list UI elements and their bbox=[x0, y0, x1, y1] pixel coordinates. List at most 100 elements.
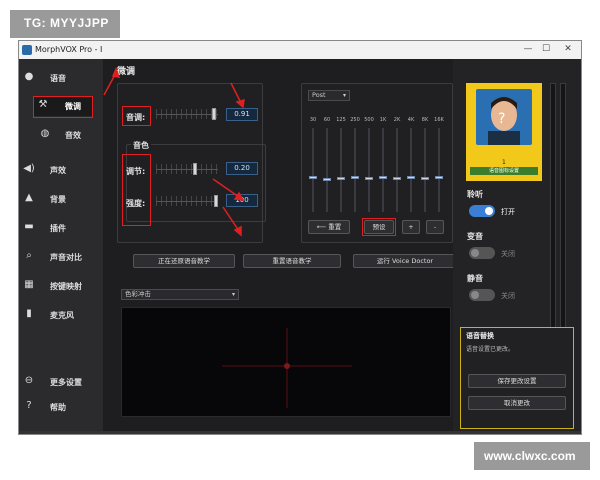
save-changes-button[interactable]: 保存更改设置 bbox=[468, 374, 566, 388]
help-icon: ? bbox=[26, 400, 32, 411]
avatar-caption[interactable]: 语音图标设置 bbox=[470, 167, 538, 175]
equalizer-panel: Post ▾ 30 60 125 250 500 1K 2K 4K 8K 16K ⟵ 重置 预设 +… bbox=[301, 83, 453, 243]
eq-band-label: 1K bbox=[379, 117, 387, 123]
listen-toggle[interactable] bbox=[469, 205, 495, 217]
sidebar-item-label: 插件 bbox=[50, 224, 66, 233]
eq-band-label: 125 bbox=[336, 117, 346, 123]
maximize-button[interactable]: ☐ bbox=[537, 44, 555, 54]
window-title: MorphVOX Pro - I bbox=[35, 45, 103, 54]
sidebar-item-keymap[interactable]: ▦ 按键映射 bbox=[19, 276, 103, 296]
eq-minus-button[interactable]: - bbox=[426, 220, 444, 234]
eq-band-track bbox=[340, 128, 342, 212]
eq-band-track bbox=[312, 128, 314, 212]
voice-avatar-card[interactable]: ? 1 语音图标设置 bbox=[466, 83, 542, 181]
sidebar-item-plugins[interactable]: ▬ 插件 bbox=[19, 218, 103, 238]
sidebar-item-label: 音效 bbox=[65, 131, 81, 140]
eq-band-slider[interactable] bbox=[393, 177, 401, 180]
eq-preset-select[interactable]: Post ▾ bbox=[308, 90, 350, 101]
sidebar-item-label: 按键映射 bbox=[50, 282, 82, 291]
avatar-face-icon: ? bbox=[488, 97, 520, 145]
eq-band-slider[interactable] bbox=[337, 177, 345, 180]
voice-panel-status: 语音设置已更改。 bbox=[466, 346, 515, 353]
eq-band-slider[interactable] bbox=[407, 176, 415, 179]
close-button[interactable]: ✕ bbox=[559, 44, 577, 54]
sidebar-item-microphone[interactable]: ▮ 麦克风 bbox=[19, 305, 103, 325]
eq-reset-button[interactable]: ⟵ 重置 bbox=[308, 220, 350, 234]
eq-plus-button[interactable]: + bbox=[402, 220, 420, 234]
voice-doctor-button[interactable]: 运行 Voice Doctor bbox=[353, 254, 457, 268]
eq-band-track bbox=[438, 128, 440, 212]
sidebar: ● 语音 ⚒ 微调 ◍ 音效 ◀) 声效 ▲ 背景 ▬ 插件 ⌕ 声音对比 ▦ bbox=[19, 59, 103, 431]
eq-band-slider[interactable] bbox=[365, 177, 373, 180]
speaker-icon: ◀) bbox=[23, 163, 35, 174]
voice-panel-title: 语音替换 bbox=[466, 332, 494, 340]
sidebar-item-label: 背景 bbox=[50, 195, 66, 204]
eq-band-slider[interactable] bbox=[421, 177, 429, 180]
chevron-down-icon: ▾ bbox=[342, 92, 346, 99]
sidebar-item-effects[interactable]: ◍ 音效 bbox=[19, 125, 103, 145]
eq-band-slider[interactable] bbox=[323, 178, 331, 181]
eq-band-track bbox=[368, 128, 370, 212]
voice-change-toggle[interactable] bbox=[469, 247, 495, 259]
microphone-icon: ▮ bbox=[26, 308, 32, 319]
voice-replace-panel: 语音替换 语音设置已更改。 保存更改设置 取消更改 bbox=[460, 327, 574, 429]
eq-band-track bbox=[326, 128, 328, 212]
main-panel: 微调 音调: 0.91 音色 调节: 0.20 强度: 100 bbox=[103, 59, 457, 431]
eq-band-slider[interactable] bbox=[379, 176, 387, 179]
eq-band-label: 30 bbox=[309, 117, 317, 123]
sidebar-item-label: 更多设置 bbox=[50, 378, 82, 387]
keyboard-icon: ▦ bbox=[24, 279, 34, 290]
level-meter-right bbox=[560, 83, 566, 333]
watermark-top: TG: MYYJJPP bbox=[10, 10, 120, 38]
background-icon: ▲ bbox=[25, 192, 33, 203]
avatar: ? bbox=[476, 89, 532, 145]
voice-change-state: 关闭 bbox=[501, 250, 515, 258]
eq-band-track bbox=[410, 128, 412, 212]
sidebar-item-background[interactable]: ▲ 背景 bbox=[19, 189, 103, 209]
eq-band-slider[interactable] bbox=[309, 176, 317, 179]
eq-band-slider[interactable] bbox=[435, 176, 443, 179]
eq-band-label: 60 bbox=[323, 117, 331, 123]
sidebar-item-sound[interactable]: ◀) 声效 bbox=[19, 160, 103, 180]
eq-band-slider[interactable] bbox=[351, 176, 359, 179]
sidebar-item-help[interactable]: ? 帮助 bbox=[19, 397, 103, 417]
title-bar: MorphVOX Pro - I — ☐ ✕ bbox=[19, 41, 581, 59]
eq-band-track bbox=[354, 128, 356, 212]
sidebar-item-compare[interactable]: ⌕ 声音对比 bbox=[19, 247, 103, 267]
effects-icon: ◍ bbox=[40, 128, 50, 139]
mute-state: 关闭 bbox=[501, 292, 515, 300]
plugin-icon: ▬ bbox=[24, 221, 34, 232]
sidebar-item-label: 语音 bbox=[50, 74, 66, 83]
audio-visualizer bbox=[121, 307, 451, 417]
svg-text:?: ? bbox=[498, 111, 505, 127]
eq-band-track bbox=[424, 128, 426, 212]
minimize-button[interactable]: — bbox=[519, 44, 537, 54]
sidebar-item-label: 声效 bbox=[50, 166, 66, 175]
sidebar-item-label: 帮助 bbox=[50, 403, 66, 412]
visualizer-select[interactable]: 色彩冲击 ▾ bbox=[121, 289, 239, 300]
eq-band-label: 2K bbox=[393, 117, 401, 123]
reset-voice-tutorial-button[interactable]: 重置语音教学 bbox=[243, 254, 341, 268]
cancel-changes-button[interactable]: 取消更改 bbox=[468, 396, 566, 410]
more-icon: ⊖ bbox=[24, 375, 34, 386]
voice-icon: ● bbox=[24, 71, 34, 82]
sidebar-item-more-settings[interactable]: ⊖ 更多设置 bbox=[19, 372, 103, 392]
eq-band-label: 8K bbox=[421, 117, 429, 123]
voice-change-label: 变音 bbox=[467, 232, 483, 241]
watermark-bottom: www.clwxc.com bbox=[474, 442, 590, 470]
chevron-down-icon: ▾ bbox=[231, 291, 235, 298]
taskbar-strip bbox=[19, 431, 581, 434]
sidebar-item-label: 声音对比 bbox=[50, 253, 82, 262]
sidebar-item-voice[interactable]: ● 语音 bbox=[19, 68, 103, 88]
eq-band-label: 500 bbox=[364, 117, 374, 123]
eq-band-label: 250 bbox=[350, 117, 360, 123]
eq-band-track bbox=[382, 128, 384, 212]
mute-toggle[interactable] bbox=[469, 289, 495, 301]
highlight-box-tweak bbox=[33, 96, 93, 118]
eq-band-label: 16K bbox=[434, 117, 444, 123]
level-meter-left bbox=[550, 83, 556, 333]
search-icon: ⌕ bbox=[26, 250, 32, 261]
restore-voice-tutorial-button[interactable]: 正在还原语音教学 bbox=[133, 254, 235, 268]
app-icon bbox=[22, 45, 32, 55]
eq-band-track bbox=[396, 128, 398, 212]
